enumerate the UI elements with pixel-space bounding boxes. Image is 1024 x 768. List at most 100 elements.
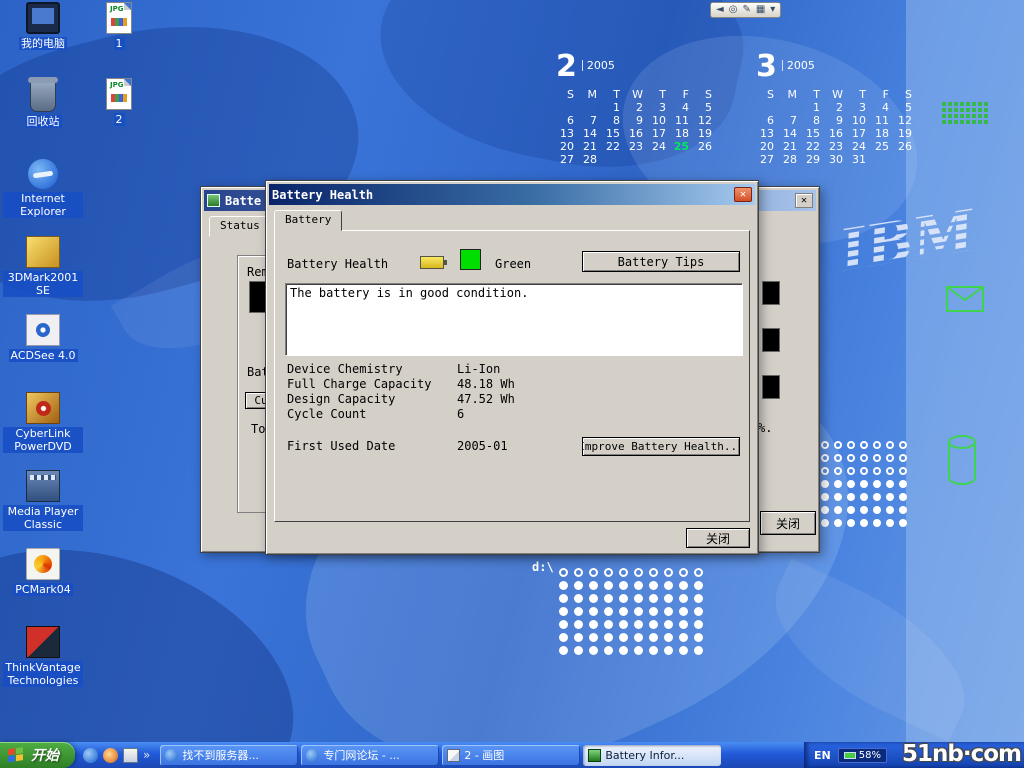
cylinder-icon <box>946 434 980 488</box>
desktop-icon-tvt[interactable]: ThinkVantage Technologies <box>2 626 84 704</box>
tab-battery[interactable]: Battery <box>274 210 342 231</box>
battery-gauge <box>762 281 780 305</box>
battery-icon <box>588 749 601 762</box>
desktop-icon-3dmark[interactable]: 3DMark2001 SE <box>2 236 84 314</box>
calendar-day: 28 <box>579 153 602 166</box>
window-title: Batte <box>225 194 261 208</box>
chevron-icon[interactable]: » <box>143 748 150 763</box>
calendar-day: 14 <box>779 127 802 140</box>
battery-tray-indicator[interactable]: 58% <box>838 748 887 763</box>
task-label: Battery Infor... <box>605 749 684 762</box>
calendar-day: 13 <box>556 127 579 140</box>
menu-icon[interactable]: ▾ <box>770 4 775 16</box>
calendar-day: 7 <box>779 114 802 127</box>
calendar-day: 1 <box>602 101 625 114</box>
desktop-icon-mpc[interactable]: Media Player Classic <box>2 470 84 548</box>
language-indicator[interactable]: EN <box>814 749 831 762</box>
calendar-day-header: W <box>625 88 648 101</box>
cd-icon[interactable]: ◎ <box>729 4 738 16</box>
calendar-day: 14 <box>579 127 602 140</box>
calendar-day-header: T <box>848 88 871 101</box>
desktop-icon-column: 我的电脑回收站 Internet Explorer 3DMark2001 SE ACD… <box>2 2 84 704</box>
desktop-icon-computer[interactable]: 我的电脑 <box>2 2 84 80</box>
field-value: 2005-01 <box>457 439 508 453</box>
jpg-file-icon: JPG <box>106 78 132 110</box>
percent-label: %. <box>758 421 772 435</box>
calendar-year: 2005 <box>582 60 615 71</box>
file-icon-jpg-2[interactable]: JPG 2 <box>94 78 144 154</box>
calendar-day <box>894 153 917 166</box>
ibm-logo: IBM <box>824 177 989 309</box>
battery-tips-button[interactable]: Battery Tips <box>582 251 740 272</box>
calendar-february: 2 2005 SMTWTFS12345678910111213141516171… <box>556 52 717 166</box>
improve-battery-health-button[interactable]: Improve Battery Health... <box>582 437 740 456</box>
calendar-day: 5 <box>894 101 917 114</box>
file-icon-jpg-1[interactable]: JPG1 <box>94 2 144 78</box>
calendar-day-header: S <box>894 88 917 101</box>
desktop-icon-label: ACDSee 4.0 <box>9 349 78 362</box>
calendar-day: 20 <box>556 140 579 153</box>
ie-icon[interactable] <box>83 748 98 763</box>
start-label: 开始 <box>31 745 59 765</box>
condition-textbox[interactable]: The battery is in good condition. <box>285 283 743 356</box>
window-close-button[interactable]: 关闭 <box>760 511 816 535</box>
calendar-day-header: T <box>802 88 825 101</box>
calendar-day: 12 <box>694 114 717 127</box>
calendar-day: 15 <box>802 127 825 140</box>
svg-text:IBM: IBM <box>833 197 981 284</box>
calendar-day: 22 <box>602 140 625 153</box>
desktop-icon-label: 回收站 <box>25 115 62 128</box>
desktop-icon-label: 3DMark2001 SE <box>3 271 83 297</box>
desktop-icon-powerdvd[interactable]: CyberLink PowerDVD <box>2 392 84 470</box>
desktop-icon-pcmark[interactable]: PCMark04 <box>2 548 84 626</box>
calendar-day-header: M <box>779 88 802 101</box>
calendar-day: 27 <box>556 153 579 166</box>
close-icon[interactable] <box>734 187 752 202</box>
field-label: First Used Date <box>287 439 457 453</box>
taskbar: 开始 » 找不到服务器...专门网论坛 - ...2 - 画图 Battery I… <box>0 742 1024 768</box>
calendar-grid: SMTWTFS123456789101112131415161718192021… <box>556 88 717 166</box>
field-row: Cycle Count6 <box>287 407 515 422</box>
calendar-day: 18 <box>871 127 894 140</box>
close-icon[interactable] <box>795 193 813 208</box>
ime-language-bar[interactable]: ◄ ◎ ✎ ▦ ▾ <box>710 2 781 18</box>
speaker-icon[interactable]: ◄ <box>716 4 724 16</box>
calendar-day: 15 <box>602 127 625 140</box>
battery-status-swatch <box>460 249 481 270</box>
dialog-close-button[interactable]: 关闭 <box>686 528 750 548</box>
tab-status[interactable]: Status <box>209 216 271 237</box>
calendar-day: 29 <box>802 153 825 166</box>
calendar-day: 21 <box>779 140 802 153</box>
ie-icon <box>28 159 58 189</box>
taskbar-task[interactable]: Battery Infor... <box>583 745 721 766</box>
taskbar-task[interactable]: 专门网论坛 - ... <box>301 745 439 766</box>
wallpaper-dots-grid <box>556 566 706 657</box>
media-player-icon[interactable] <box>103 748 118 763</box>
desktop-icon-recycle[interactable]: 回收站 <box>2 80 84 158</box>
calendar-day: 17 <box>648 127 671 140</box>
pen-icon[interactable]: ✎ <box>742 4 750 16</box>
battery-health-dialog[interactable]: Battery Health Battery Battery Health Gr… <box>265 180 759 555</box>
start-button[interactable]: 开始 <box>0 742 75 768</box>
desktop-icon-ie[interactable]: Internet Explorer <box>2 158 84 236</box>
calendar-day: 7 <box>579 114 602 127</box>
calendar-day: 26 <box>894 140 917 153</box>
calendar-day: 20 <box>756 140 779 153</box>
calendar-day <box>556 101 579 114</box>
calendar-day: 17 <box>848 127 871 140</box>
taskbar-task[interactable]: 找不到服务器... <box>160 745 298 766</box>
field-label: Cycle Count <box>287 407 457 422</box>
taskbar-task[interactable]: 2 - 画图 <box>442 745 580 766</box>
desktop-icon-label: 我的电脑 <box>19 37 67 50</box>
calendar-day: 26 <box>694 140 717 153</box>
mail-icon[interactable] <box>123 748 138 763</box>
calendar-day: 4 <box>671 101 694 114</box>
calendar-day: 12 <box>894 114 917 127</box>
field-row: Full Charge Capacity48.18 Wh <box>287 377 515 392</box>
file-icon-label: 2 <box>114 113 125 126</box>
calendar-day <box>648 153 671 166</box>
dialog-titlebar[interactable]: Battery Health <box>269 184 755 205</box>
windows-flag-icon <box>8 746 25 763</box>
keyboard-icon[interactable]: ▦ <box>756 4 765 16</box>
desktop-icon-acdsee[interactable]: ACDSee 4.0 <box>2 314 84 392</box>
